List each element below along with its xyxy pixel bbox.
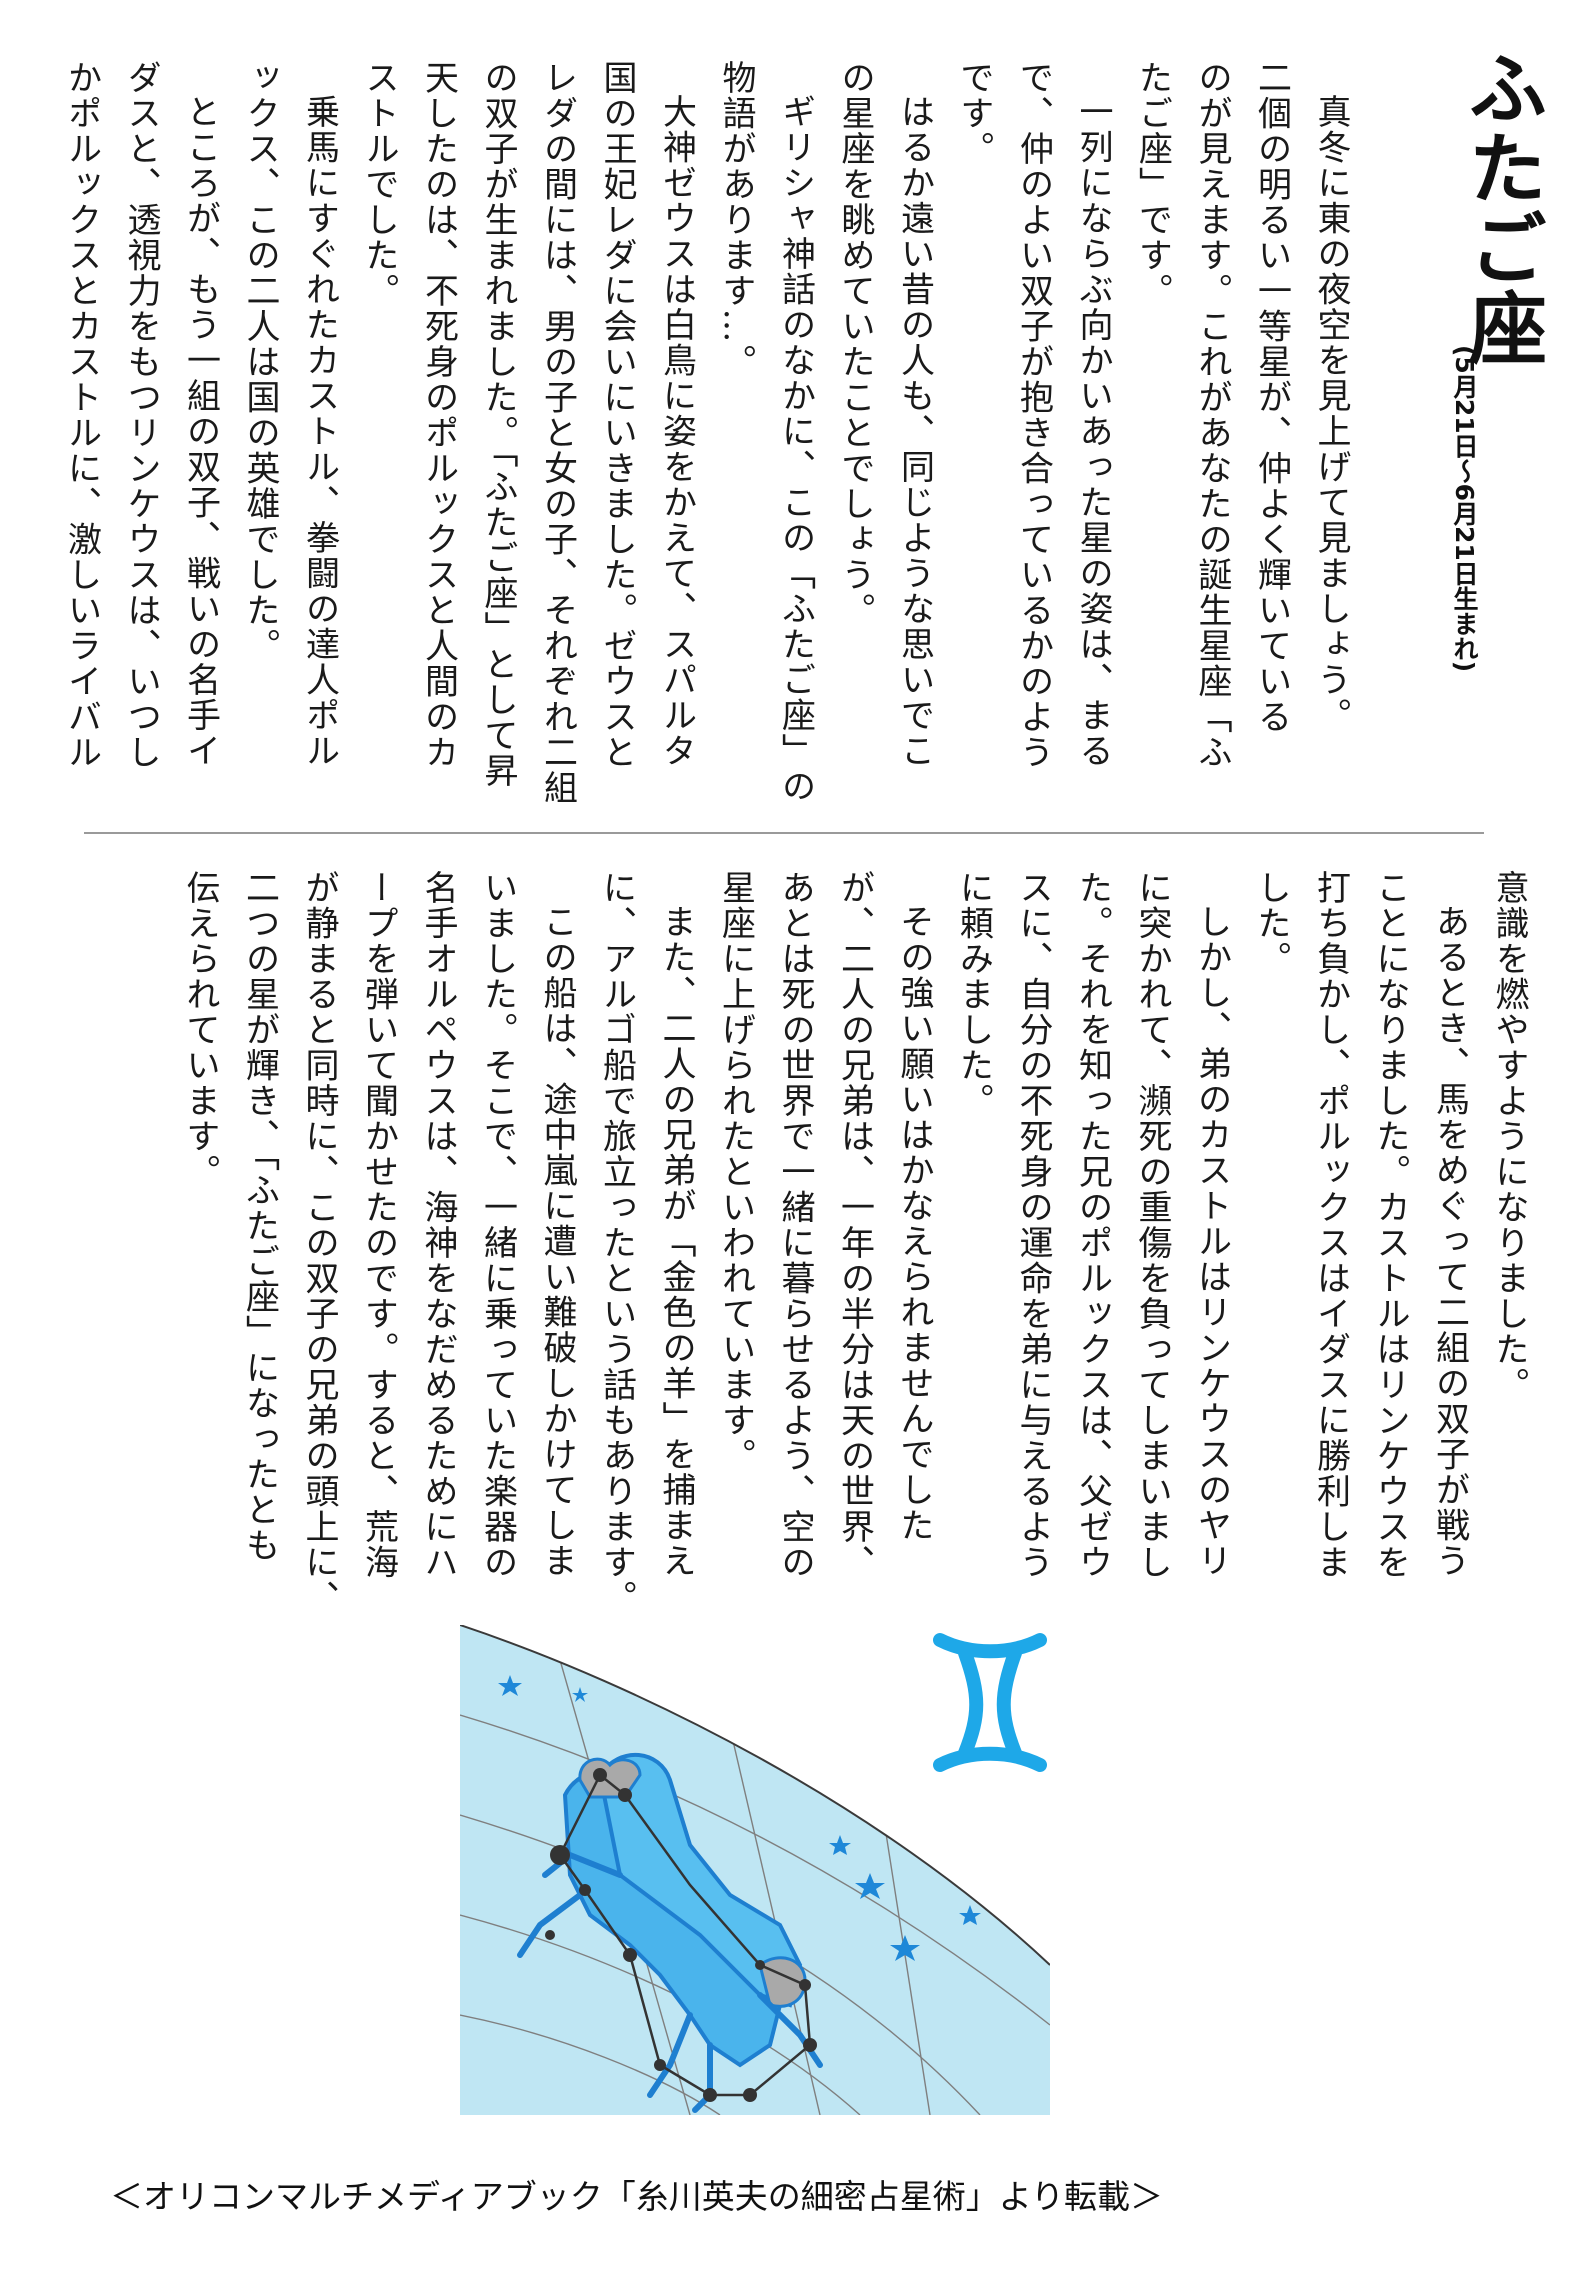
- story-lower-line: しかし、弟のカストルはリンケウスのヤリ: [1191, 904, 1232, 1579]
- story-upper-line: 国の王妃レダに会いにいきました。ゼウスと: [597, 60, 637, 770]
- story-lower-line: 二つの星が輝き、「ふたご座」になったとも: [239, 870, 280, 1563]
- story-lower-line: 打ち負かし、ポルックスはイダスに勝利しま: [1310, 870, 1351, 1580]
- story-upper-line: たご座」です。: [1132, 60, 1173, 309]
- birth-date-range: (5月21日～6月21日生まれ): [1450, 345, 1479, 673]
- story-upper-line: ところが、もう一組の双子、戦いの名手イ: [180, 94, 221, 769]
- story-lower-line: この船は、途中嵐に遭い難破しかけてしま: [537, 904, 577, 1579]
- story-lower-line: また、二人の兄弟が「金色の羊」を捕まえ: [656, 904, 696, 1579]
- story-upper-line: レダの間には、男の子と女の子、それぞれ二組: [537, 60, 578, 806]
- story-lower-line: た。それを知った兄のポルックスは、父ゼウ: [1072, 870, 1113, 1580]
- gemini-constellation-illustration: [459, 1624, 1051, 2115]
- story-lower-line: が静まると同時に、この双子の兄弟の頭上に、: [299, 870, 339, 1616]
- story-upper-line: ダスと、透視力をもつリンケウスは、いつし: [121, 60, 161, 770]
- story-upper-line: ストルでした。: [359, 60, 399, 309]
- story-upper-line: 大神ゼウスは白鳥に姿をかえて、スパルタ: [656, 94, 697, 769]
- story-upper-line: 乗馬にすぐれたカストル、拳闘の達人ポル: [299, 94, 340, 769]
- story-lower-line: 意識を燃やすようになりました。: [1489, 870, 1529, 1403]
- story-lower-line: あとは死の世界で一緒に暮らせるよう、空の: [775, 870, 815, 1580]
- story-upper-line: 二個の明るい一等星が、仲よく輝いている: [1251, 60, 1292, 735]
- story-lower-line: が、二人の兄弟は、一年の半分は天の世界、: [834, 870, 875, 1580]
- story-upper-line: 物語があります…。: [716, 60, 756, 380]
- story-lower-line: した。: [1251, 870, 1291, 977]
- section-divider: [84, 832, 1484, 834]
- story-upper-line: ックス、この二人は国の英雄でした。: [240, 60, 280, 664]
- source-caption: ＜オリコンマルチメディアブック「糸川英夫の細密占星術」より転載＞: [110, 2177, 1164, 2216]
- story-upper-line: の星座を眺めていたことでしょう。: [835, 60, 875, 628]
- story-lower-block: 意識を燃やすようになりました。 あるとき、馬をめぐって二組の双子が戦う ことになりま…: [118, 870, 1538, 1616]
- story-lower-line: 伝えられています。: [180, 870, 220, 1190]
- story-upper-line: 一列にならぶ向かいあった星の姿は、まる: [1073, 94, 1113, 769]
- story-lower-line: 星座に上げられたといわれています。: [715, 870, 756, 1474]
- story-lower-line: に突かれて、瀕死の重傷を負ってしまいまし: [1132, 870, 1172, 1580]
- story-upper-line: 真冬に東の夜空を見上げて見ましょう。: [1311, 94, 1351, 733]
- story-lower-line: あるとき、馬をめぐって二組の双子が戦う: [1429, 904, 1470, 1579]
- story-lower-line: に、アルゴ船で旅立ったという話もあります。: [596, 870, 637, 1616]
- story-lower-line: いました。そこで、一緒に乗っていた楽器の: [477, 870, 518, 1580]
- story-upper-line: はるか遠い昔の人も、同じような思いでこ: [894, 94, 935, 769]
- story-upper-line: かポルックスとカストルに、激しいライバル: [61, 60, 102, 770]
- story-lower-line: 名手オルペウスは、海神をなだめるためにハ: [418, 870, 458, 1580]
- story-upper-line: で、仲のよい双子が抱き合っているかのよう: [1013, 60, 1054, 770]
- story-lower-line: ープを弾いて聞かせたのです。すると、荒海: [358, 870, 399, 1580]
- story-upper-block: 真冬に東の夜空を見上げて見ましょう。 二個の明るい一等星が、仲よく輝いている のが見…: [62, 60, 1360, 806]
- story-upper-line: ギリシャ神話のなかに、この「ふたご座」の: [775, 94, 816, 804]
- story-upper-line: の双子が生まれました。「ふたご座」として昇: [478, 60, 518, 789]
- story-upper-line: のが見えます。これがあなたの誕生星座「ふ: [1192, 60, 1232, 770]
- story-lower-line: その強い願いはかなえられませんでした: [894, 904, 934, 1543]
- story-lower-line: ことになりました。カストルはリンケウスを: [1370, 870, 1410, 1580]
- story-upper-line: 天したのは、不死身のポルックスと人間のカ: [418, 60, 459, 770]
- story-lower-line: に頼みました。: [953, 870, 994, 1119]
- gemini-symbol-icon: [933, 1633, 1047, 1772]
- story-lower-line: スに、自分の不死身の運命を弟に与えるよう: [1013, 870, 1053, 1580]
- story-upper-line: です。: [954, 60, 994, 167]
